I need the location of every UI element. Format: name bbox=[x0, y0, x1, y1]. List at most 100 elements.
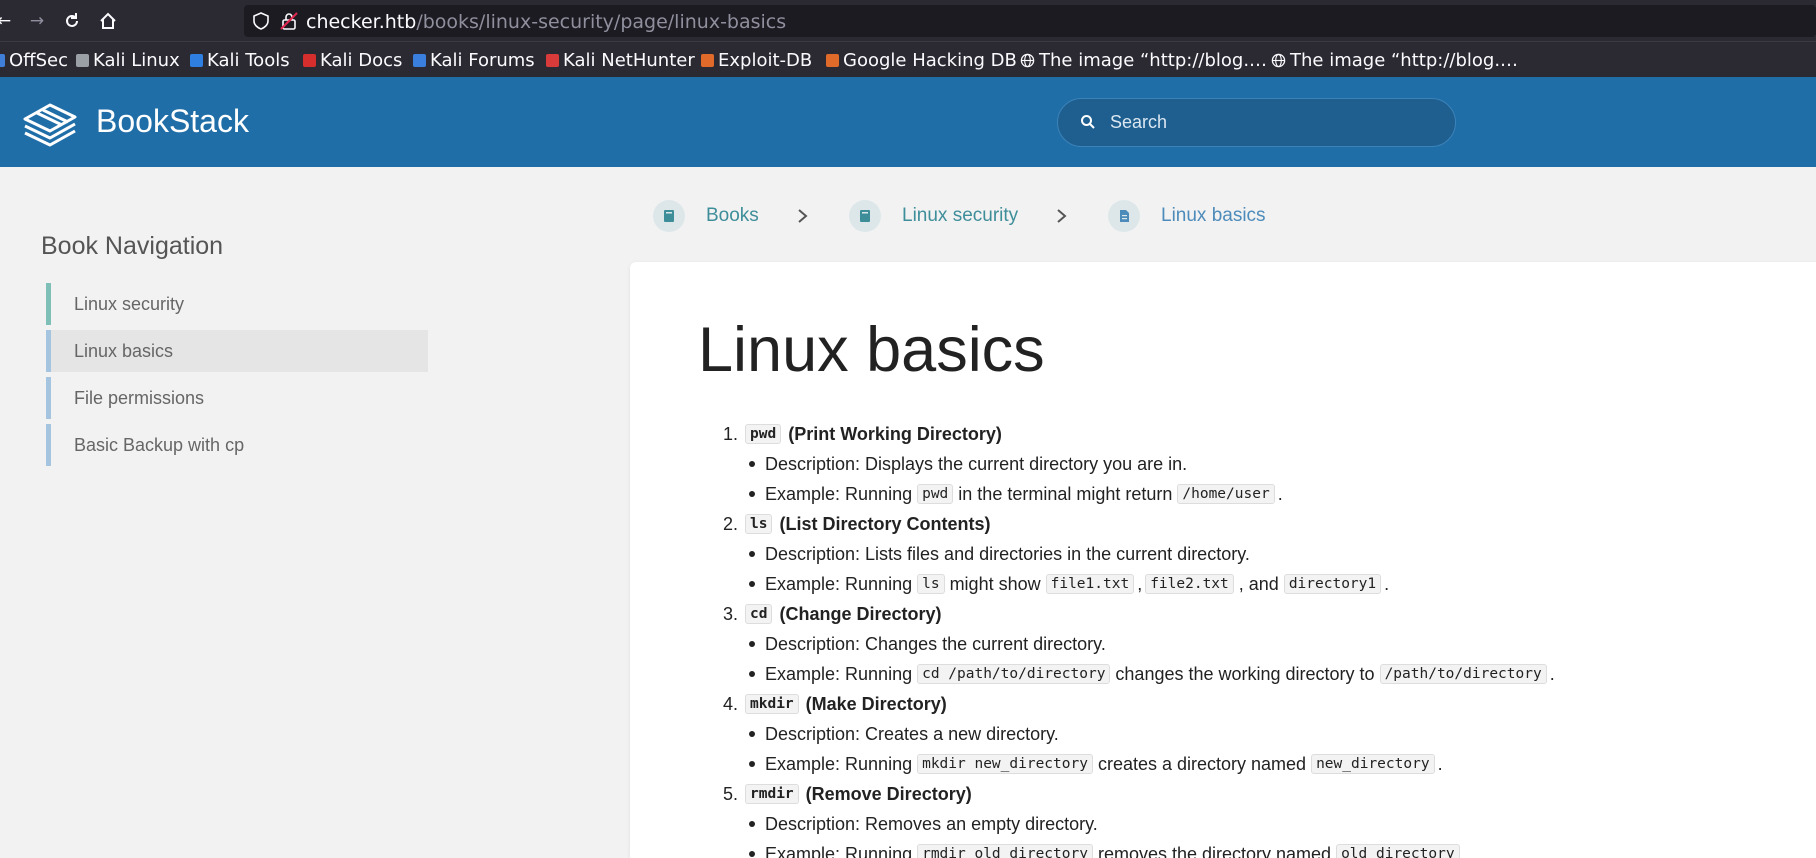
bookmark-label: Exploit-DB bbox=[718, 49, 813, 71]
breadcrumb-books[interactable]: Books bbox=[653, 199, 759, 233]
nav-item-page[interactable]: File permissions bbox=[46, 377, 428, 419]
breadcrumb-label: Books bbox=[706, 205, 759, 226]
forward-icon[interactable]: → bbox=[25, 9, 49, 33]
address-bar[interactable]: checker.htb/books/linux-security/page/li… bbox=[244, 5, 1816, 37]
breadcrumb-page[interactable]: Linux basics bbox=[1108, 199, 1266, 233]
app-name[interactable]: BookStack bbox=[96, 103, 249, 140]
example-text: Example: Running bbox=[765, 573, 913, 594]
bookmark-label: Kali Linux bbox=[93, 49, 180, 71]
breadcrumb-book[interactable]: Linux security bbox=[849, 199, 1018, 233]
bookmark-item[interactable]: Kali Forums bbox=[413, 48, 535, 72]
breadcrumb-label: Linux security bbox=[902, 205, 1019, 226]
command-list-item: 1. pwd (Print Working Directory) bbox=[716, 420, 1002, 448]
command-list-item: 3. cd (Change Directory) bbox=[716, 600, 942, 628]
breadcrumb-label: Linux basics bbox=[1161, 205, 1266, 226]
back-icon[interactable]: ← bbox=[0, 9, 16, 33]
list-number: 1. bbox=[722, 423, 738, 444]
nav-item-current-page[interactable]: Linux basics bbox=[46, 330, 428, 372]
example-text: . bbox=[1462, 843, 1468, 858]
description-text: Description: Creates a new directory. bbox=[765, 723, 1059, 744]
bullet-dot bbox=[749, 851, 755, 857]
insecure-lock-icon[interactable] bbox=[280, 12, 298, 30]
command-title: (List Directory Contents) bbox=[779, 513, 991, 534]
bookmarks-bar: OffSec Kali Linux Kali Tools Kali Docs Kali … bbox=[0, 41, 1816, 77]
example-text: . bbox=[1549, 663, 1555, 684]
bullet-dot bbox=[749, 461, 755, 467]
command-code: cd bbox=[745, 604, 773, 624]
example-text: removes the directory named bbox=[1097, 843, 1332, 858]
nav-item-page[interactable]: Basic Backup with cp bbox=[46, 424, 428, 466]
command-list-item: 5. rmdir (Remove Directory) bbox=[716, 780, 972, 808]
bookmark-item[interactable]: The image “http://blog.… bbox=[1020, 48, 1267, 72]
bookmark-label: Google Hacking DB bbox=[843, 49, 1017, 71]
example-code: ls bbox=[917, 574, 945, 594]
bullet-dot bbox=[749, 491, 755, 497]
bookmark-label: Kali Docs bbox=[320, 49, 403, 71]
bookmark-label: OffSec bbox=[9, 49, 68, 71]
bookmark-item[interactable]: OffSec bbox=[0, 48, 68, 72]
bookmark-favicon-icon bbox=[303, 53, 316, 67]
example-bullet: Example: Running pwd in the terminal might… bbox=[749, 480, 1283, 508]
example-text: might show bbox=[949, 573, 1041, 594]
bookmark-label: Kali Tools bbox=[207, 49, 290, 71]
example-text: , bbox=[1137, 573, 1143, 594]
bullet-dot bbox=[749, 761, 755, 767]
example-bullet: Example: Running cd /path/to/directory cha… bbox=[749, 660, 1555, 688]
example-code: file2.txt bbox=[1145, 574, 1234, 594]
nav-item-chapter[interactable]: Linux security bbox=[46, 283, 428, 325]
example-code: mkdir new_directory bbox=[917, 754, 1093, 774]
bullet-dot bbox=[749, 581, 755, 587]
bookstack-logo-icon[interactable] bbox=[22, 96, 78, 148]
bookmark-favicon-icon bbox=[701, 53, 714, 67]
example-text: changes the working directory to bbox=[1115, 663, 1375, 684]
bookmark-item[interactable]: Kali Tools bbox=[190, 48, 290, 72]
example-bullet: Example: Running rmdir old_directory remov… bbox=[749, 840, 1468, 858]
description-text: Description: Changes the current directo… bbox=[765, 633, 1106, 654]
book-icon bbox=[849, 200, 881, 232]
example-code: /path/to/directory bbox=[1379, 664, 1547, 684]
search-icon bbox=[1081, 115, 1095, 129]
page-title: Linux basics bbox=[698, 315, 1045, 385]
url-text: checker.htb/books/linux-security/page/li… bbox=[306, 11, 786, 33]
bookmark-item[interactable]: Kali Docs bbox=[303, 48, 402, 72]
url-host: checker.htb bbox=[306, 11, 417, 33]
bookmark-item[interactable]: Kali NetHunter bbox=[546, 48, 695, 72]
search-box[interactable] bbox=[1057, 98, 1456, 147]
book-navigation-title: Book Navigation bbox=[41, 232, 224, 260]
shield-icon[interactable] bbox=[252, 12, 270, 30]
bullet-dot bbox=[749, 671, 755, 677]
search-input[interactable] bbox=[1110, 107, 1440, 138]
command-title: (Make Directory) bbox=[805, 693, 947, 714]
example-text: Example: Running bbox=[765, 753, 913, 774]
example-code: pwd bbox=[917, 484, 954, 504]
bookmark-label: Kali Forums bbox=[430, 49, 535, 71]
chevron-right-icon bbox=[798, 209, 808, 223]
bullet-dot bbox=[749, 731, 755, 737]
url-path: /books/linux-security/page/linux-basics bbox=[416, 11, 787, 33]
bookmark-item[interactable]: The image “http://blog.… bbox=[1271, 48, 1518, 72]
example-code: new_directory bbox=[1311, 754, 1435, 774]
command-code: ls bbox=[745, 514, 773, 534]
bookmark-item[interactable]: Kali Linux bbox=[76, 48, 180, 72]
bookmark-item[interactable]: Google Hacking DB bbox=[826, 48, 1017, 72]
command-code: pwd bbox=[745, 424, 782, 444]
example-text: , and bbox=[1238, 573, 1279, 594]
page-content-card: Linux basics 1. pwd (Print Working Directo… bbox=[630, 262, 1816, 858]
list-number: 4. bbox=[722, 693, 738, 714]
bookmark-favicon-icon bbox=[826, 53, 839, 67]
command-title: (Remove Directory) bbox=[805, 783, 972, 804]
bookmark-item[interactable]: Exploit-DB bbox=[701, 48, 812, 72]
command-title: (Change Directory) bbox=[779, 603, 942, 624]
description-text: Description: Removes an empty directory. bbox=[765, 813, 1098, 834]
example-code: file1.txt bbox=[1045, 574, 1135, 594]
home-icon[interactable] bbox=[96, 9, 120, 33]
reload-icon[interactable] bbox=[60, 9, 84, 33]
example-text: . bbox=[1384, 573, 1390, 594]
bookmark-favicon-icon bbox=[76, 53, 89, 67]
list-number: 2. bbox=[722, 513, 738, 534]
example-code: /home/user bbox=[1177, 484, 1275, 504]
description-text: Description: Displays the current direct… bbox=[765, 453, 1188, 474]
app-header: BookStack bbox=[0, 77, 1816, 167]
example-text: Example: Running bbox=[765, 663, 913, 684]
description-text: Description: Lists files and directories… bbox=[765, 543, 1250, 564]
